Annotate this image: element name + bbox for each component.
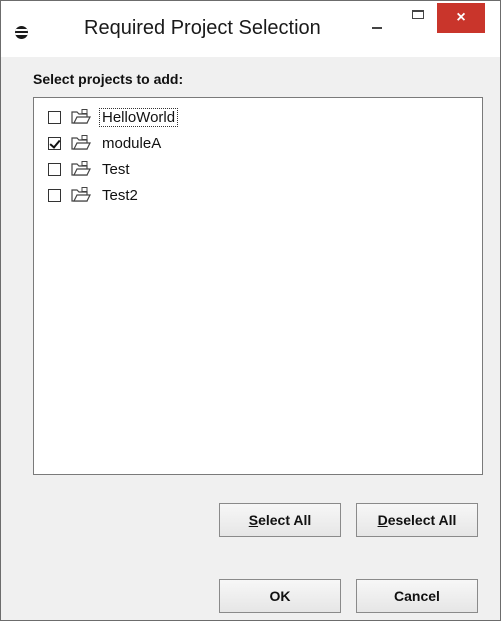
eclipse-icon xyxy=(15,26,28,39)
select-all-mnemonic: S xyxy=(248,512,259,528)
project-label: moduleA xyxy=(102,134,162,152)
checkbox-helloworld[interactable] xyxy=(48,110,61,124)
ok-button[interactable]: OK xyxy=(219,579,341,613)
project-folder-icon xyxy=(71,161,91,176)
select-all-label: elect All xyxy=(258,512,312,528)
project-folder-icon xyxy=(71,187,91,202)
checkbox-test[interactable] xyxy=(48,162,61,176)
project-folder-icon xyxy=(71,135,91,150)
list-item-test2[interactable]: Test2 xyxy=(48,184,140,206)
deselect-all-label: eselect All xyxy=(387,512,457,528)
select-projects-label: Select projects to add: xyxy=(33,71,184,87)
deselect-all-button[interactable]: Deselect All xyxy=(356,503,478,537)
window-title: Required Project Selection xyxy=(84,17,321,39)
dialog-window: Required Project Selection × Select proj… xyxy=(0,0,501,621)
minimize-icon xyxy=(372,27,382,29)
maximize-button[interactable] xyxy=(401,1,435,31)
deselect-all-mnemonic: D xyxy=(377,512,388,528)
list-item-helloworld[interactable]: HelloWorld xyxy=(48,106,179,128)
cancel-button[interactable]: Cancel xyxy=(356,579,478,613)
checkbox-test2[interactable] xyxy=(48,188,61,202)
project-label: Test2 xyxy=(102,186,138,204)
project-label: Test xyxy=(102,160,130,178)
dialog-content: Select projects to add: HelloWorld modul… xyxy=(1,57,500,620)
close-button[interactable]: × xyxy=(437,3,485,33)
project-folder-icon xyxy=(71,109,91,124)
title-bar[interactable]: Required Project Selection × xyxy=(1,1,500,57)
checkbox-modulea[interactable] xyxy=(48,136,61,150)
list-item-test[interactable]: Test xyxy=(48,158,132,180)
maximize-icon xyxy=(412,10,424,19)
list-item-modulea[interactable]: moduleA xyxy=(48,132,163,154)
select-all-button[interactable]: Select All xyxy=(219,503,341,537)
close-icon: × xyxy=(456,9,466,26)
project-list[interactable]: HelloWorld moduleA Test Test2 xyxy=(33,97,483,475)
project-label: HelloWorld xyxy=(98,107,179,127)
minimize-button[interactable] xyxy=(361,1,391,31)
